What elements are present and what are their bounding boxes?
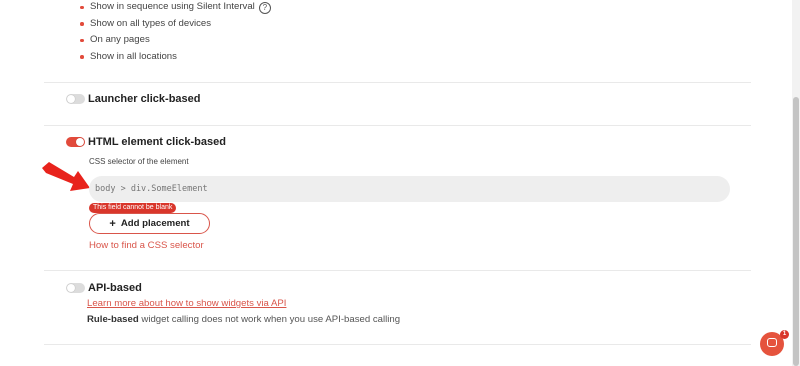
css-selector-label: CSS selector of the element: [89, 157, 189, 166]
toggle-knob: [67, 95, 75, 103]
notification-badge: 1: [780, 330, 789, 339]
list-item: Show on all types of devices: [80, 16, 271, 33]
css-selector-field[interactable]: [89, 176, 730, 202]
list-item: On any pages: [80, 32, 271, 49]
divider: [44, 82, 751, 83]
html-element-title: HTML element click-based: [88, 136, 226, 148]
chat-icon: [767, 338, 777, 347]
launcher-title: Launcher click-based: [88, 93, 201, 105]
api-note-text: widget calling does not work when you us…: [138, 314, 401, 325]
divider: [44, 270, 751, 271]
list-item: Show in sequence using Silent Interval?: [80, 0, 271, 16]
css-selector-input[interactable]: [89, 176, 730, 202]
scrollbar-thumb[interactable]: [793, 97, 799, 366]
add-placement-button[interactable]: + Add placement: [89, 213, 210, 234]
divider: [44, 125, 751, 126]
api-note: Rule-based widget calling does not work …: [87, 314, 400, 325]
scrollbar-track[interactable]: [792, 0, 800, 366]
add-placement-label: Add placement: [120, 218, 190, 229]
launcher-toggle[interactable]: [66, 94, 85, 104]
page-content: Show in sequence using Silent Interval? …: [0, 0, 792, 366]
settings-list: Show in sequence using Silent Interval? …: [80, 0, 271, 66]
help-icon[interactable]: ?: [258, 2, 271, 14]
api-toggle[interactable]: [66, 283, 85, 293]
api-title: API-based: [88, 282, 142, 294]
toggle-knob: [76, 138, 84, 146]
list-item: Show in all locations: [80, 49, 271, 66]
html-element-toggle[interactable]: [66, 137, 85, 147]
css-selector-help-link[interactable]: How to find a CSS selector: [89, 240, 204, 251]
api-note-bold: Rule-based: [87, 314, 139, 325]
plus-icon: +: [109, 217, 116, 230]
red-arrow-icon: [42, 162, 90, 191]
error-message: This field cannot be blank: [89, 203, 177, 213]
divider: [44, 344, 751, 345]
toggle-knob: [67, 284, 75, 292]
api-learn-more-link[interactable]: Learn more about how to show widgets via…: [87, 298, 286, 309]
